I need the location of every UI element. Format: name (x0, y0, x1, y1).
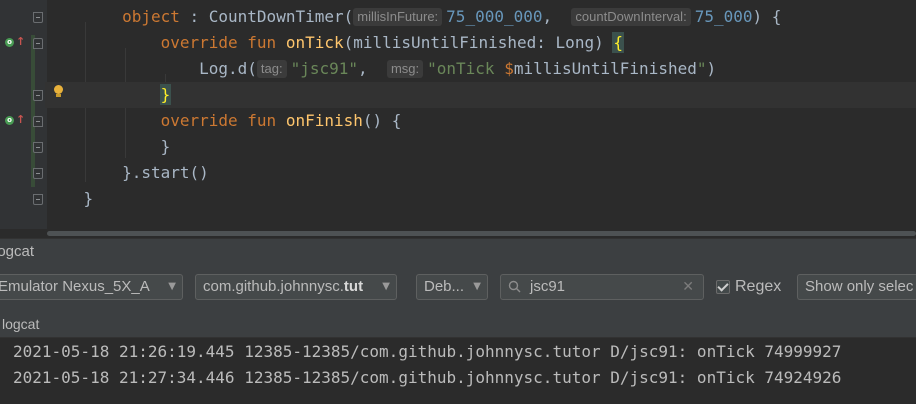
editor-gutter: o ↑ o ↑ (0, 0, 47, 229)
parameter-hint: countDownInterval: (571, 8, 691, 26)
code-token: object (122, 7, 180, 26)
parameter-hint: tag: (256, 60, 287, 78)
search-input-value: jsc91 (530, 278, 566, 295)
log-output[interactable]: 2021-05-18 21:26:19.445 12385-12385/com.… (0, 338, 916, 404)
log-entry[interactable]: 2021-05-18 21:26:19.445 12385-12385/com.… (13, 339, 841, 365)
code-line[interactable]: Log.d(tag: "jsc91", msg: "onTick $millisUn… (45, 56, 916, 82)
code-token: "jsc91" (290, 59, 359, 78)
device-select[interactable]: Emulator Nexus_5X_A ▼ (0, 274, 183, 300)
fold-marker[interactable] (33, 90, 43, 101)
code-token: , (542, 7, 572, 26)
code-token: { (612, 32, 624, 53)
code-token: }.start() (122, 163, 209, 182)
logcat-toolbar: Emulator Nexus_5X_A ▼ com.github.johnnys… (0, 266, 916, 310)
code-token: ) { (752, 7, 782, 26)
package-select-value: com.github.johnnysc. (203, 278, 344, 295)
code-token: millisUntilFinished (513, 59, 697, 78)
code-token: onTick (285, 33, 344, 52)
regex-checkbox-label[interactable]: Regex (735, 276, 781, 298)
code-editor[interactable]: o ↑ o ↑ object : CountDownTimer(millisInFu… (0, 0, 916, 229)
log-entry[interactable]: 2021-05-18 21:27:34.446 12385-12385/com.… (13, 365, 841, 391)
parameter-hint: millisInFuture: (353, 8, 443, 26)
code-line[interactable]: }.start() (45, 160, 916, 186)
clear-icon[interactable]: ✕ (682, 275, 694, 299)
logcat-tool-header: logcat (0, 238, 916, 267)
code-line[interactable]: object : CountDownTimer(millisInFuture: 7… (45, 4, 916, 30)
fold-marker[interactable] (33, 116, 43, 127)
code-token: "onTick (427, 59, 505, 78)
lightbulb-icon[interactable] (53, 85, 63, 98)
chevron-down-icon: ▼ (168, 281, 176, 292)
code-line[interactable]: } (45, 82, 916, 108)
vcs-change-marker[interactable] (31, 35, 35, 187)
code-token: 75_000 (694, 7, 753, 26)
code-token: " (696, 59, 707, 78)
code-line[interactable]: } (45, 134, 916, 160)
code-token: override fun (160, 33, 286, 52)
regex-checkbox[interactable] (716, 280, 730, 294)
device-select-value: Emulator Nexus_5X_A (0, 278, 150, 295)
fold-marker[interactable] (33, 12, 43, 23)
code-line[interactable]: override fun onFinish() { (45, 108, 916, 134)
override-icon[interactable]: o ↑ (5, 35, 25, 49)
override-icon[interactable]: o ↑ (5, 113, 25, 127)
horizontal-scrollbar[interactable] (47, 229, 916, 238)
code-token: } (159, 84, 172, 105)
filter-config-select[interactable]: Show only selec (797, 274, 916, 300)
code-token: Log.d( (199, 59, 257, 78)
fold-marker[interactable] (33, 142, 43, 153)
code-token: () { (362, 111, 402, 130)
search-input[interactable]: jsc91 ✕ (500, 274, 704, 300)
code-token: onFinish (285, 111, 363, 130)
code-token: 75_000_000 (446, 7, 543, 26)
tool-window-title: logcat (0, 243, 35, 260)
logcat-subheader: logcat (0, 310, 916, 338)
filter-config-value: Show only selec (805, 278, 914, 295)
search-icon[interactable] (507, 279, 523, 295)
fold-marker[interactable] (33, 168, 43, 179)
fold-marker[interactable] (33, 38, 43, 49)
code-token: } (83, 189, 94, 208)
log-level-select[interactable]: Deb... ▼ (416, 274, 488, 300)
fold-marker[interactable] (33, 194, 43, 205)
code-token: (millisUntilFinished: Long) (343, 33, 614, 52)
code-line[interactable]: } (45, 186, 916, 212)
parameter-hint: msg: (386, 60, 424, 78)
code-token: : CountDownTimer( (179, 7, 354, 26)
logcat-tab-label[interactable]: logcat (2, 316, 39, 332)
chevron-down-icon: ▼ (473, 281, 481, 292)
package-select[interactable]: com.github.johnnysc.tut ▼ (195, 274, 397, 300)
chevron-down-icon: ▼ (382, 281, 390, 292)
package-select-value-bold: tut (343, 278, 364, 295)
code-line[interactable]: override fun onTick(millisUntilFinished:… (45, 30, 916, 56)
code-token: ) (706, 59, 717, 78)
code-token: } (160, 137, 171, 156)
code-token: $ (504, 59, 514, 78)
scrollbar-thumb[interactable] (47, 231, 916, 236)
code-token: , (358, 59, 387, 78)
code-token: override fun (160, 111, 286, 130)
log-level-value: Deb... (424, 278, 465, 295)
